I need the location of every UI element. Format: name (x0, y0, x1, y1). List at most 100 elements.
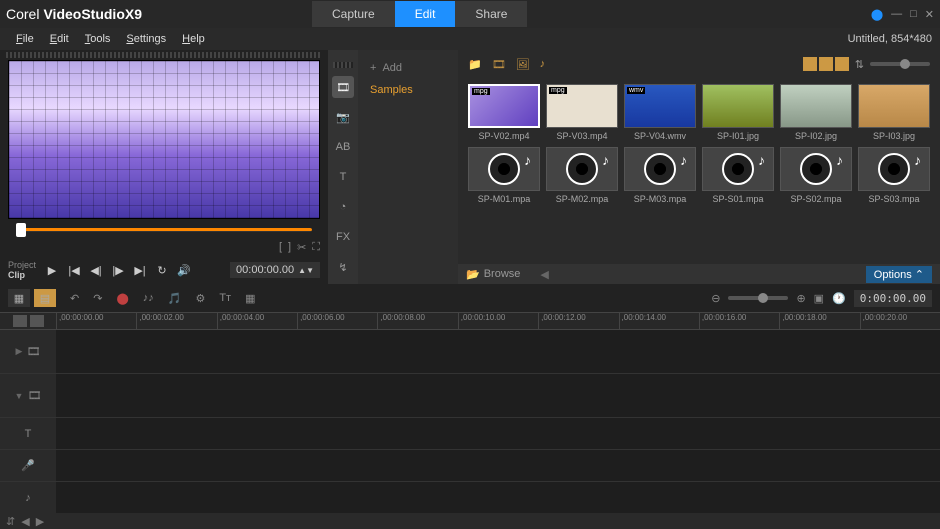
zoom-slider[interactable] (728, 296, 788, 300)
timeline-ruler[interactable]: ,00:00:00.00,00:00:02.00,00:00:04.00,00:… (0, 312, 940, 330)
split-icon[interactable]: ✂ (297, 241, 306, 254)
scrubber-handle[interactable] (16, 223, 26, 237)
view-list-icon[interactable] (803, 57, 817, 71)
scroll-left-icon[interactable]: ◀ (540, 268, 548, 281)
music-track[interactable]: ♪ (0, 482, 940, 513)
folder-samples[interactable]: Samples (366, 78, 450, 102)
add-folder-button[interactable]: + Add (366, 58, 450, 78)
browse-button[interactable]: 📂 Browse (466, 268, 520, 281)
mark-out-icon[interactable]: ] (288, 241, 291, 254)
graphic-tool-icon[interactable]: ◔ (332, 196, 354, 218)
expand-icon[interactable]: ▶ (16, 346, 23, 357)
tab-capture[interactable]: Capture (312, 1, 395, 27)
sort-icon[interactable]: ⇅ (855, 58, 864, 71)
minimize-icon[interactable]: — (891, 8, 902, 20)
title-track-icon: T (25, 428, 32, 440)
storyboard-mode-icon[interactable]: ▦ (8, 289, 30, 307)
menu-file[interactable]: File (8, 31, 42, 47)
thumb-SP-S01.mpa[interactable]: SP-S01.mpa (702, 147, 774, 204)
scroll-right-icon[interactable]: ▶ (36, 515, 44, 528)
end-icon[interactable]: ▶| (130, 260, 150, 280)
motion-icon[interactable]: ⚙ (195, 292, 205, 305)
thumb-SP-M02.mpa[interactable]: SP-M02.mpa (546, 147, 618, 204)
playback-controls: ProjectClip ▶ |◀ ◀| |▶ ▶| ↻ 🔊 00:00:00.0… (0, 256, 328, 284)
ruler-icon-1[interactable] (13, 315, 27, 327)
start-icon[interactable]: |◀ (64, 260, 84, 280)
fullscreen-icon[interactable]: ⛶ (312, 241, 320, 254)
view-detail-icon[interactable] (819, 57, 833, 71)
redo-icon[interactable]: ↷ (93, 292, 102, 305)
ruler-icon-2[interactable] (30, 315, 44, 327)
menu-help[interactable]: Help (174, 31, 213, 47)
thumb-SP-M03.mpa[interactable]: SP-M03.mpa (624, 147, 696, 204)
zoom-out-icon[interactable]: ⊖ (711, 292, 720, 305)
panel-grip[interactable] (6, 52, 322, 58)
browse-icon: 📂 (466, 268, 480, 281)
video-track[interactable]: ▶🎞 (0, 330, 940, 374)
thumb-SP-S03.mpa[interactable]: SP-S03.mpa (858, 147, 930, 204)
overlay-track[interactable]: ▼🎞 (0, 374, 940, 418)
folder-icon[interactable]: 📁 (468, 58, 482, 71)
mark-in-icon[interactable]: [ (279, 241, 282, 254)
filter-audio-icon[interactable]: ♪ (540, 58, 546, 70)
thumb-size-slider[interactable] (870, 62, 930, 66)
thumb-SP-S02.mpa[interactable]: SP-S02.mpa (780, 147, 852, 204)
auto-music-icon[interactable]: 🎵 (168, 292, 182, 305)
ruler-tick: ,00:00:18.00 (779, 313, 859, 329)
loop-icon[interactable]: ↻ (152, 260, 172, 280)
maximize-icon[interactable]: □ (910, 8, 917, 20)
clock-icon[interactable]: 🕐 (832, 292, 846, 305)
tracks: ▶🎞 ▼🎞 T 🎤 ♪ (0, 330, 940, 513)
subtitle-icon[interactable]: Tᴛ (219, 292, 231, 304)
instant-tool-icon[interactable]: 📷 (332, 106, 354, 128)
thumb-SP-I02.jpg[interactable]: SP-I02.jpg (780, 84, 852, 141)
options-button[interactable]: Options ⌃ (866, 266, 932, 283)
record-icon[interactable]: ⬤ (116, 292, 128, 305)
video-preview[interactable] (8, 60, 320, 219)
menu-edit[interactable]: Edit (42, 31, 77, 47)
thumb-SP-V02.mp4[interactable]: mpgSP-V02.mp4 (468, 84, 540, 141)
thumb-SP-I01.jpg[interactable]: SP-I01.jpg (702, 84, 774, 141)
menu-tools[interactable]: Tools (77, 31, 119, 47)
thumb-SP-V03.mp4[interactable]: mpgSP-V03.mp4 (546, 84, 618, 141)
menu-settings[interactable]: Settings (118, 31, 174, 47)
transition-tool-icon[interactable]: AB (332, 136, 354, 158)
scrubber[interactable] (16, 223, 312, 237)
title-tool-icon[interactable]: T (332, 166, 354, 188)
close-icon[interactable]: ✕ (925, 8, 934, 21)
play-icon[interactable]: ▶ (42, 260, 62, 280)
zoom-in-icon[interactable]: ⊕ (796, 292, 805, 305)
timeline-timecode[interactable]: 0:00:00.00 (854, 290, 932, 307)
tab-share[interactable]: Share (455, 1, 527, 27)
volume-icon[interactable]: 🔊 (174, 260, 194, 280)
voice-track-icon: 🎤 (21, 459, 35, 472)
collapse-icon[interactable]: ⇵ (6, 515, 15, 528)
path-tool-icon[interactable]: ↯ (332, 256, 354, 278)
voice-track[interactable]: 🎤 (0, 450, 940, 482)
view-thumb-icon[interactable] (835, 57, 849, 71)
preview-timecode[interactable]: 00:00:00.00▲▼ (230, 262, 320, 278)
undo-icon[interactable]: ↶ (70, 292, 79, 305)
title-track[interactable]: T (0, 418, 940, 450)
ruler-tick: ,00:00:12.00 (538, 313, 618, 329)
tab-edit[interactable]: Edit (395, 1, 456, 27)
expand-icon[interactable]: ▼ (15, 391, 24, 401)
multi-view-icon[interactable]: ▦ (245, 292, 255, 305)
thumb-SP-I03.jpg[interactable]: SP-I03.jpg (858, 84, 930, 141)
next-frame-icon[interactable]: |▶ (108, 260, 128, 280)
library-toolbar: 📁 🎞 🖼 ♪ ⇅ (458, 50, 940, 78)
audio-mixer-icon[interactable]: ♪♪ (143, 292, 154, 304)
titlebar: Corel VideoStudioX9 Capture Edit Share ⬤… (0, 0, 940, 28)
filter-tool-icon[interactable]: FX (332, 226, 354, 248)
prev-frame-icon[interactable]: ◀| (86, 260, 106, 280)
timeline-mode-icon[interactable]: ▤ (34, 289, 56, 307)
thumb-SP-V04.wmv[interactable]: wmvSP-V04.wmv (624, 84, 696, 141)
scroll-left-icon[interactable]: ◀ (21, 515, 29, 528)
help-icon[interactable]: ⬤ (871, 8, 883, 21)
thumb-SP-M01.mpa[interactable]: SP-M01.mpa (468, 147, 540, 204)
fit-icon[interactable]: ▣ (814, 292, 824, 305)
filter-photo-icon[interactable]: 🖼 (516, 58, 530, 71)
timeline-footer: ⇵ ◀ ▶ (0, 513, 940, 529)
filter-video-icon[interactable]: 🎞 (492, 58, 506, 71)
media-tool-icon[interactable]: 🎞 (332, 76, 354, 98)
